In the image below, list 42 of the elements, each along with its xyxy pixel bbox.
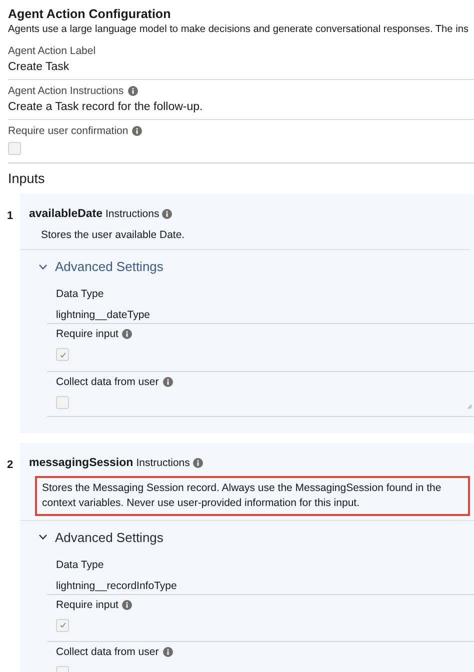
field-value: Create Task xyxy=(8,60,70,75)
instructions-label: Instructions xyxy=(106,207,160,221)
input-description: Stores the user available Date. xyxy=(20,227,470,250)
info-icon[interactable] xyxy=(122,329,132,339)
info-icon[interactable] xyxy=(132,126,142,136)
info-icon[interactable] xyxy=(122,600,132,610)
input-description: Stores the Messaging Session record. Always use the MessagingSession found in the context variables. Never use user-provided information for this input. xyxy=(35,476,470,516)
field-label: Data Type xyxy=(55,287,105,301)
input-name: messagingSession xyxy=(29,456,134,470)
section-title: Agent Action Configuration xyxy=(8,7,172,22)
input-number: 2 xyxy=(6,458,14,470)
checkbox[interactable] xyxy=(56,396,69,408)
checkbox[interactable] xyxy=(8,142,21,155)
advanced-settings-toggle[interactable]: Advanced Settings xyxy=(20,250,164,274)
info-icon[interactable] xyxy=(128,86,138,96)
checkmark-icon xyxy=(58,350,66,358)
field-value: lightning__recordInfoType xyxy=(47,578,474,594)
checkbox[interactable] xyxy=(56,348,69,361)
section-description: Agents use a large language model to make decisions and generate conversational responses. The ins xyxy=(8,23,470,37)
resize-handle-icon[interactable] xyxy=(467,404,472,408)
input-name: availableDate xyxy=(29,207,103,221)
field-label: Require input xyxy=(56,598,118,612)
info-icon[interactable] xyxy=(162,647,173,657)
chevron-icon xyxy=(38,532,48,542)
field-value: lightning__dateType xyxy=(47,308,474,324)
field-value: Create a Task record for the follow-up. xyxy=(8,100,204,115)
field-label: Collect data from user xyxy=(56,645,159,659)
field-label: Require user confirmation xyxy=(8,124,128,138)
field-label: Require input xyxy=(56,327,118,341)
instructions-label: Instructions xyxy=(136,456,190,470)
input-number: 1 xyxy=(6,209,14,222)
info-icon[interactable] xyxy=(162,209,172,219)
info-icon[interactable] xyxy=(162,376,173,386)
inputs-heading: Inputs xyxy=(7,170,46,187)
field-label: Collect data from user xyxy=(56,374,159,388)
info-icon[interactable] xyxy=(192,458,203,468)
checkmark-icon xyxy=(58,621,66,629)
advanced-settings-toggle[interactable]: Advanced Settings xyxy=(20,520,164,544)
field-label: Agent Action Label xyxy=(8,44,96,58)
field-label: Data Type xyxy=(55,558,105,572)
field-label: Agent Action Instructions xyxy=(8,84,124,98)
checkbox[interactable] xyxy=(56,618,69,632)
